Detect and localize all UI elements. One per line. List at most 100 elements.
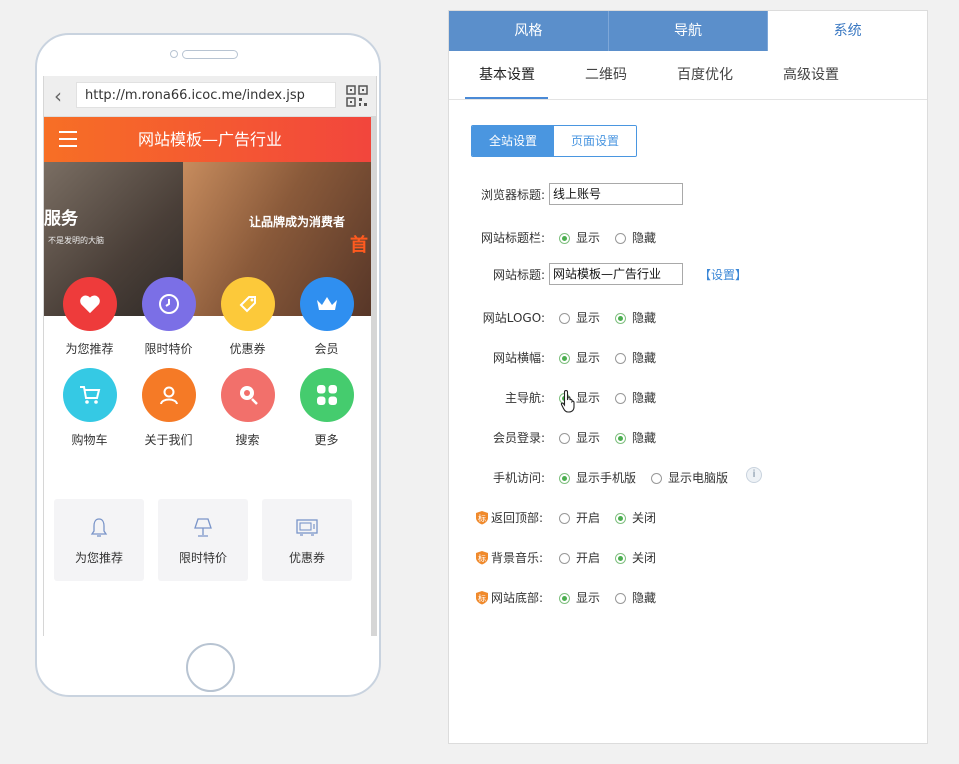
field-label: 标背景音乐:	[475, 549, 543, 566]
radio-show[interactable]: 显示	[559, 589, 600, 606]
card-label: 优惠券	[288, 551, 325, 565]
grid-item-cart[interactable]: 购物车	[50, 368, 129, 448]
radio-hide[interactable]: 隐藏	[615, 349, 656, 366]
phone-screen: ‹ http://m.rona66.icoc.me/index.jsp 网站模板…	[43, 76, 377, 636]
site-settings-button[interactable]: 全站设置	[472, 126, 554, 156]
radio-hide[interactable]: 隐藏	[615, 309, 656, 326]
info-icon[interactable]: i	[746, 467, 762, 483]
field-label: 标网站底部:	[475, 589, 543, 606]
grid-item-member[interactable]: 会员	[287, 277, 366, 357]
radio-show[interactable]: 显示	[559, 309, 600, 326]
banner-text-left: 服务	[44, 209, 78, 229]
radio-show[interactable]: 显示	[559, 349, 600, 366]
row-site-banner: 网站横幅: 显示 隐藏	[449, 346, 929, 368]
radio-hide[interactable]: 隐藏	[615, 389, 656, 406]
site-title-input[interactable]: 网站模板—广告行业	[549, 263, 683, 285]
tab-system[interactable]: 系统	[767, 11, 928, 51]
back-arrow-icon[interactable]: ‹	[54, 86, 62, 106]
grid-label: 会员	[314, 342, 339, 356]
grid-label: 更多	[314, 433, 339, 447]
radio-on[interactable]: 开启	[559, 549, 600, 566]
badge-icon: 标	[475, 591, 488, 605]
settings-panel: 风格 导航 系统 基本设置 二维码 百度优化 高级设置 全站设置 页面设置 浏览…	[448, 10, 928, 744]
tag-icon	[220, 277, 275, 331]
field-label: 会员登录:	[492, 431, 545, 445]
card-flash-sale[interactable]: 限时特价	[158, 499, 248, 581]
site-title-settings-link[interactable]: 【设置】	[699, 266, 747, 283]
qr-code-icon[interactable]	[346, 85, 368, 107]
radio-hide[interactable]: 隐藏	[615, 429, 656, 446]
radio-show[interactable]: 显示	[559, 229, 600, 246]
grid-item-coupon[interactable]: 优惠券	[208, 277, 287, 357]
grid-item-search[interactable]: 搜索	[208, 368, 287, 448]
subtab-qrcode[interactable]: 二维码	[585, 51, 627, 99]
tab-style[interactable]: 风格	[449, 11, 608, 51]
url-field[interactable]: http://m.rona66.icoc.me/index.jsp	[76, 82, 336, 108]
browser-bar: ‹ http://m.rona66.icoc.me/index.jsp	[44, 76, 376, 117]
card-label: 限时特价	[178, 551, 227, 565]
more-icon	[299, 368, 354, 422]
grid-label: 关于我们	[144, 433, 193, 447]
badge-icon: 标	[475, 511, 488, 525]
field-label: 标返回顶部:	[475, 509, 543, 526]
radio-mobile-version[interactable]: 显示手机版	[559, 469, 636, 486]
top-tabs: 风格 导航 系统	[449, 11, 928, 51]
page-settings-button[interactable]: 页面设置	[554, 126, 636, 156]
subtab-advanced[interactable]: 高级设置	[783, 51, 839, 99]
field-label: 网站标题:	[492, 268, 545, 282]
row-back-to-top: 标返回顶部: 开启 关闭	[449, 506, 929, 528]
speaker-slot	[182, 50, 238, 59]
camera-dot	[170, 50, 178, 58]
people-icon	[141, 368, 196, 422]
grid-label: 搜索	[235, 433, 260, 447]
app-header: 网站模板—广告行业	[44, 117, 376, 162]
card-recommend[interactable]: 为您推荐	[54, 499, 144, 581]
home-button[interactable]	[186, 643, 235, 692]
field-label: 浏览器标题:	[480, 188, 545, 202]
svg-text:标: 标	[478, 553, 486, 563]
banner-text-left-sub: 不是发明的大脑	[48, 236, 104, 245]
grid-item-about[interactable]: 关于我们	[129, 368, 208, 448]
radio-hide[interactable]: 隐藏	[615, 229, 656, 246]
row-mobile-access: 手机访问: 显示手机版 显示电脑版 i	[449, 466, 929, 488]
row-main-nav: 主导航: 显示 隐藏	[449, 386, 929, 408]
row-background-music: 标背景音乐: 开启 关闭	[449, 546, 929, 568]
sub-tabs: 基本设置 二维码 百度优化 高级设置	[449, 51, 927, 100]
row-browser-title: 浏览器标题: 线上账号	[449, 183, 929, 205]
banner-text-right: 让品牌成为消费者	[249, 215, 346, 229]
active-tab-underline	[465, 97, 548, 99]
radio-hide[interactable]: 隐藏	[615, 589, 656, 606]
field-label: 主导航:	[504, 391, 545, 405]
row-site-title-bar: 网站标题栏: 显示 隐藏	[449, 226, 929, 248]
field-label: 网站LOGO:	[482, 311, 545, 325]
svg-text:标: 标	[478, 513, 486, 523]
grid-item-recommend[interactable]: 为您推荐	[50, 277, 129, 357]
radio-show[interactable]: 显示	[559, 429, 600, 446]
row-site-footer: 标网站底部: 显示 隐藏	[449, 586, 929, 608]
browser-title-input[interactable]: 线上账号	[549, 183, 683, 205]
search-icon	[220, 368, 275, 422]
banner-text-accent: 首	[350, 235, 368, 256]
row-site-logo: 网站LOGO: 显示 隐藏	[449, 306, 929, 328]
badge-icon: 标	[475, 551, 488, 565]
phone-scrollbar[interactable]	[371, 116, 376, 636]
card-coupon[interactable]: 优惠券	[262, 499, 352, 581]
scope-toggle: 全站设置 页面设置	[471, 125, 637, 157]
app-title: 网站模板—广告行业	[137, 130, 282, 149]
grid-label: 为您推荐	[65, 342, 114, 356]
grid-label: 优惠券	[229, 342, 266, 356]
cart-icon	[62, 368, 117, 422]
subtab-basic[interactable]: 基本设置	[479, 51, 535, 99]
grid-item-flash-sale[interactable]: 限时特价	[129, 277, 208, 357]
tab-navigation[interactable]: 导航	[607, 11, 768, 51]
radio-off[interactable]: 关闭	[615, 509, 656, 526]
radio-off[interactable]: 关闭	[615, 549, 656, 566]
radio-desktop-version[interactable]: 显示电脑版	[651, 469, 728, 486]
radio-on[interactable]: 开启	[559, 509, 600, 526]
hand-cursor-icon	[560, 389, 575, 413]
grid-item-more[interactable]: 更多	[287, 368, 366, 448]
field-label: 网站横幅:	[492, 351, 545, 365]
subtab-baidu-seo[interactable]: 百度优化	[677, 51, 733, 99]
row-site-title: 网站标题: 网站模板—广告行业 【设置】	[449, 263, 929, 285]
heart-icon	[62, 277, 117, 331]
